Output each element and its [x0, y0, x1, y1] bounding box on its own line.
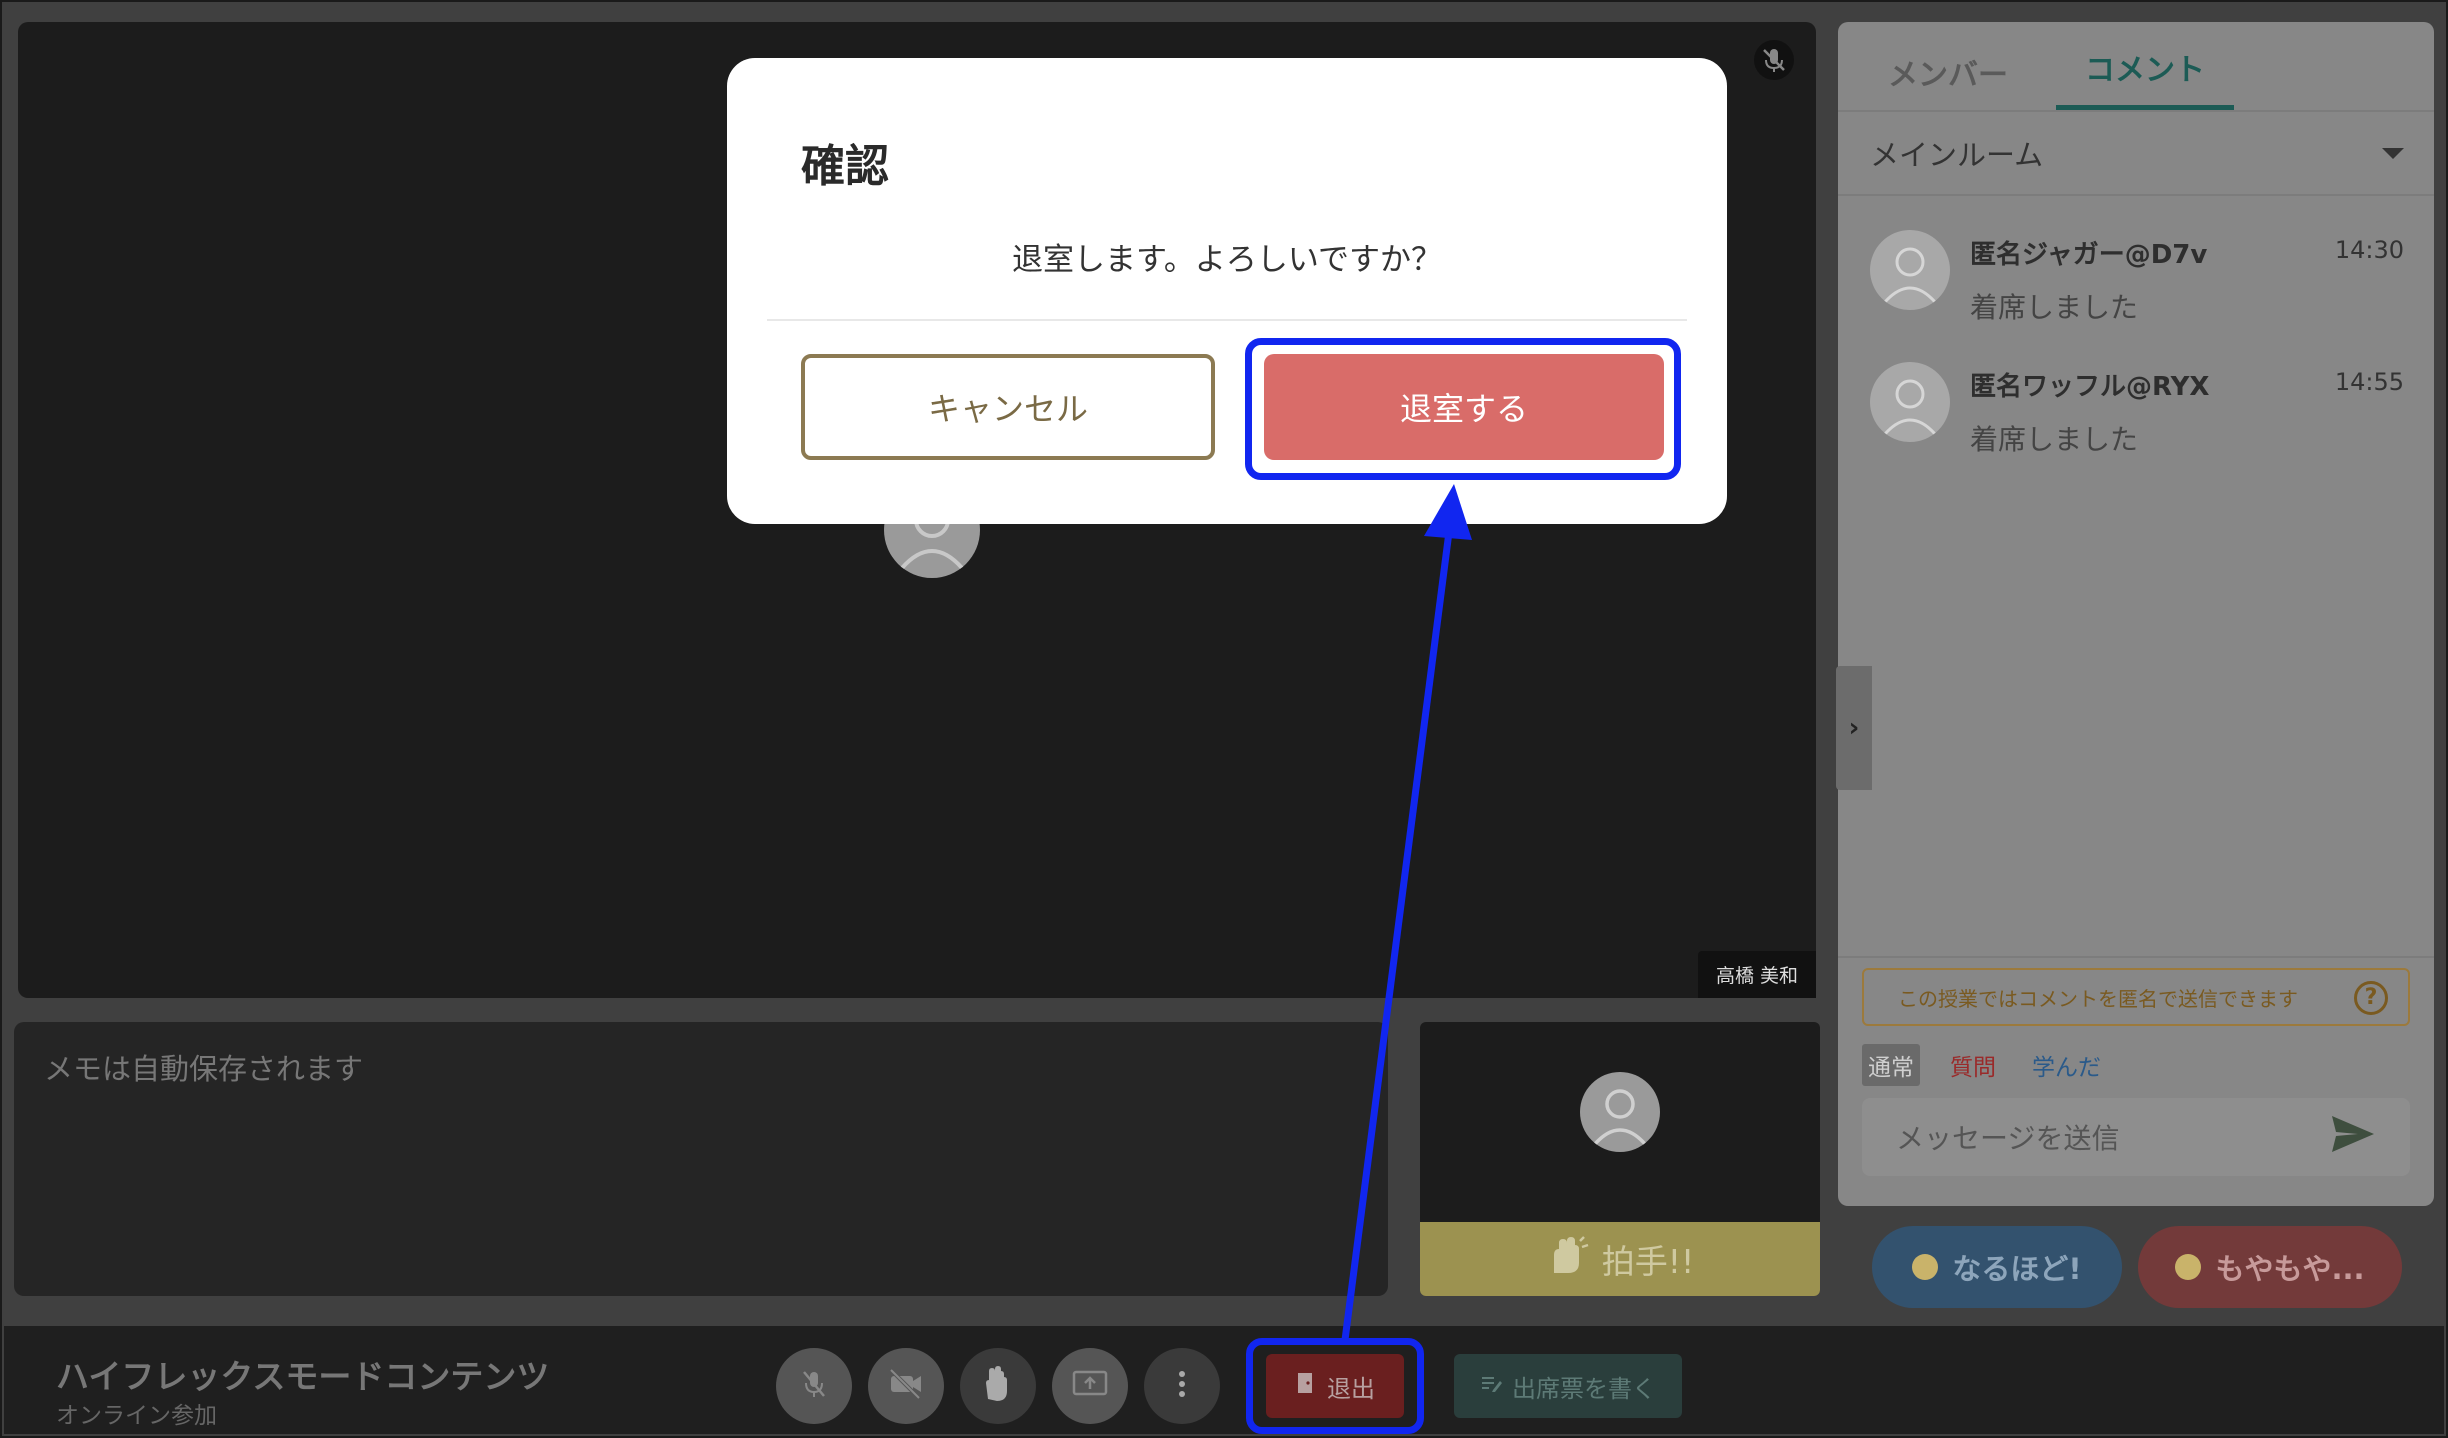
app-frame: 高橋 美和 メモは自動保存されます 拍手!! メンバー コメント メインルーム [0, 0, 2448, 1438]
annotation-arrow [1341, 484, 1472, 1341]
